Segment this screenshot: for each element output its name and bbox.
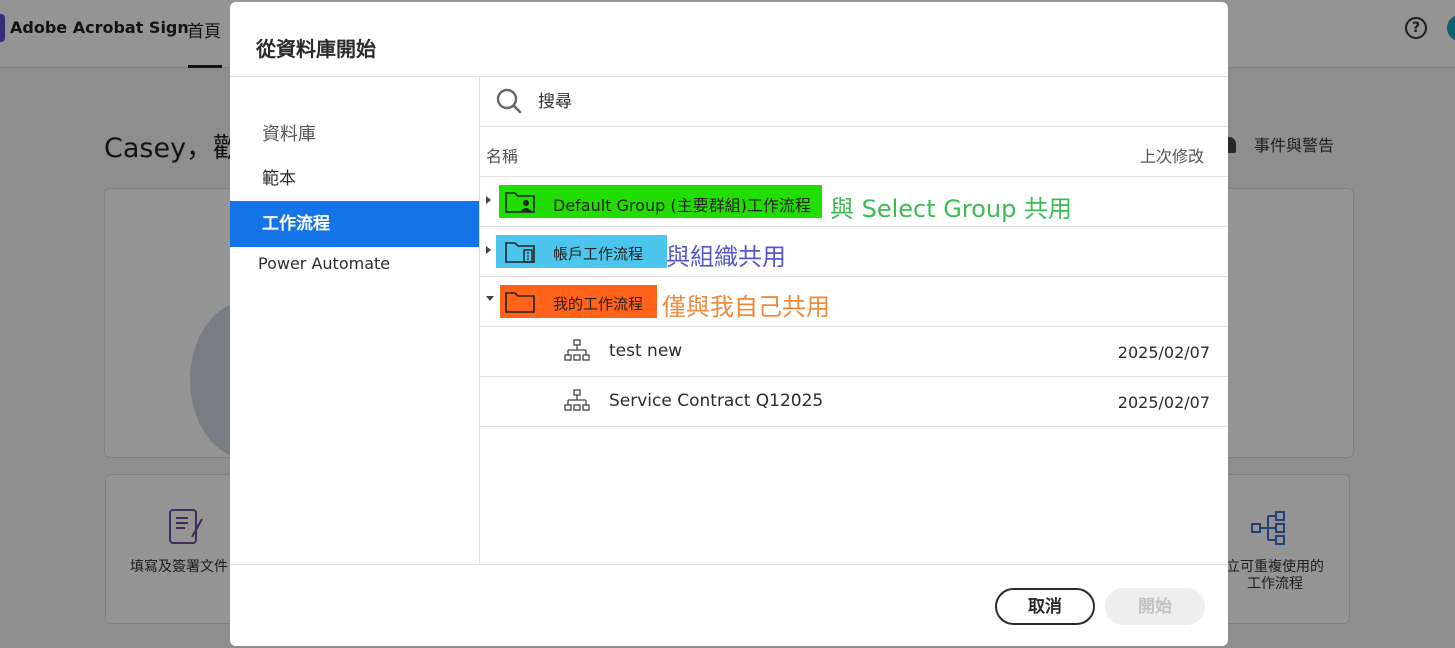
workflow-row[interactable]: Service Contract Q12025 2025/02/07 (480, 377, 1228, 427)
sidebar-header: 資料庫 (262, 124, 316, 145)
divider (230, 564, 1228, 565)
dialog-title: 從資料庫開始 (256, 37, 376, 61)
search-bar (480, 76, 1228, 127)
start-from-library-dialog: 從資料庫開始 資料庫 範本 工作流程 Power Automate 名稱 上次修… (230, 2, 1228, 646)
sidebar-item-templates[interactable]: 範本 (230, 156, 479, 202)
expand-caret-icon[interactable] (486, 246, 491, 254)
folder-row-my-workflows[interactable]: 我的工作流程 僅與我自己共用 (480, 277, 1228, 327)
column-header-modified[interactable]: 上次修改 (1140, 143, 1204, 167)
column-header-row: 名稱 上次修改 (480, 127, 1228, 177)
folder-label: 我的工作流程 (553, 295, 644, 313)
sharing-annotation: 僅與我自己共用 (662, 293, 830, 321)
folder-label: 帳戶工作流程 (553, 245, 644, 263)
collapse-caret-icon[interactable] (486, 296, 494, 301)
workflow-name: test new (609, 341, 683, 361)
workflow-row[interactable]: test new 2025/02/07 (480, 327, 1228, 377)
sidebar-item-power-automate[interactable]: Power Automate (230, 241, 479, 287)
cancel-button[interactable]: 取消 (995, 588, 1095, 625)
workflow-modified-date: 2025/02/07 (1117, 393, 1210, 412)
search-input[interactable] (538, 86, 1198, 118)
folder-label: Default Group (主要群組)工作流程 (553, 196, 811, 215)
folder-row-default-group[interactable]: Default Group (主要群組)工作流程 與 Select Group … (480, 177, 1228, 227)
folder-icon (505, 292, 535, 313)
search-icon (496, 88, 522, 114)
workflow-icon (564, 339, 590, 361)
workflow-icon (564, 389, 590, 411)
start-button[interactable]: 開始 (1105, 588, 1205, 625)
workflow-modified-date: 2025/02/07 (1117, 343, 1210, 362)
sharing-annotation: 與組織共用 (666, 243, 786, 271)
expand-caret-icon[interactable] (486, 196, 491, 204)
group-folder-icon (505, 192, 535, 213)
sharing-annotation: 與 Select Group 共用 (830, 195, 1072, 223)
account-folder-icon (505, 242, 535, 263)
folder-row-account[interactable]: 帳戶工作流程 與組織共用 (480, 227, 1228, 277)
column-header-name[interactable]: 名稱 (486, 143, 518, 167)
workflow-name: Service Contract Q12025 (609, 391, 824, 411)
